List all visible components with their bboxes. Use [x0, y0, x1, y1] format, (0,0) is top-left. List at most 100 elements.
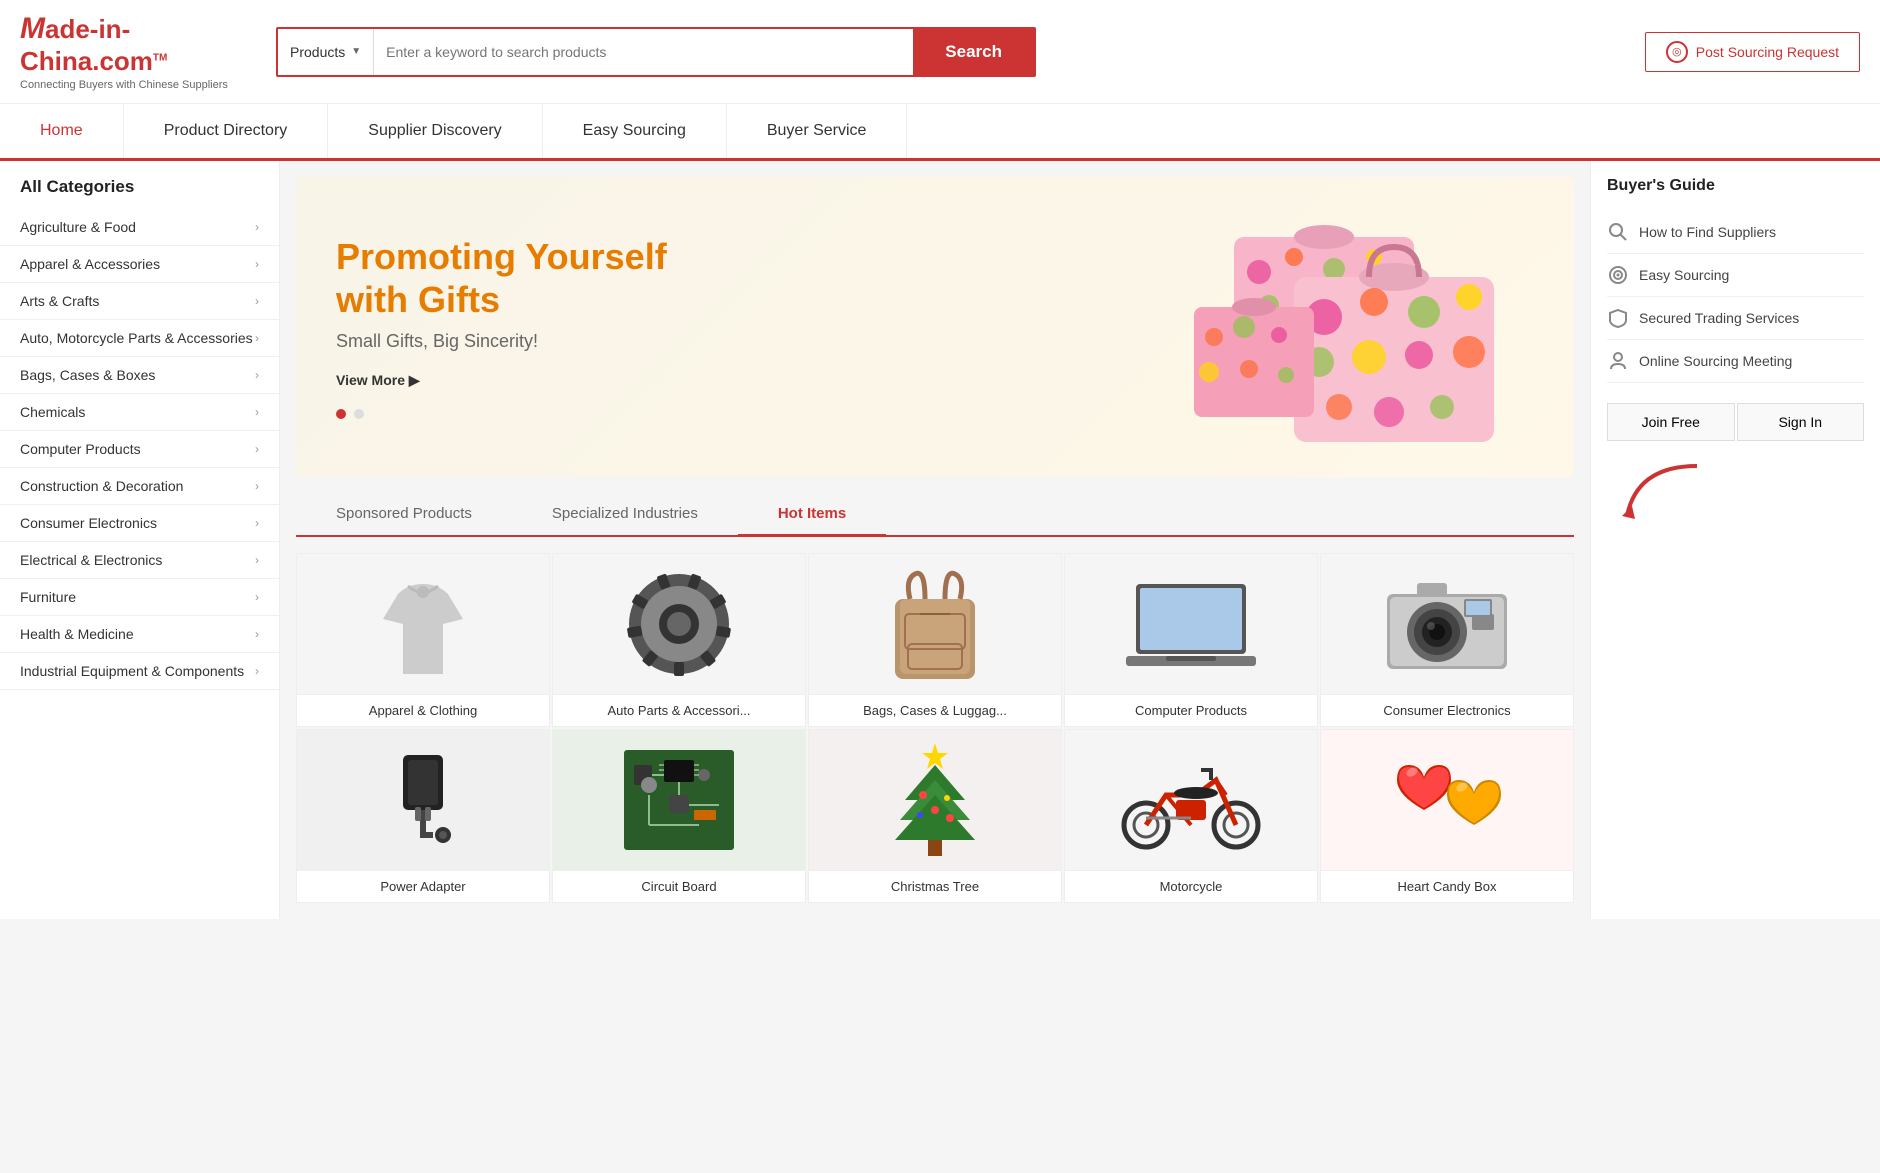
- search-area: Products ▼ Search: [276, 27, 1036, 77]
- sidebar-item-agriculture[interactable]: Agriculture & Food ›: [0, 209, 279, 246]
- sidebar-item-bags[interactable]: Bags, Cases & Boxes ›: [0, 357, 279, 394]
- chevron-right-icon: ›: [255, 479, 259, 493]
- sidebar-label: Furniture: [20, 589, 76, 605]
- main-content: All Categories Agriculture & Food › Appa…: [0, 161, 1880, 919]
- product-grid-row2: Power Adapter: [296, 729, 1574, 903]
- chevron-right-icon: ›: [255, 368, 259, 382]
- sidebar-item-chemicals[interactable]: Chemicals ›: [0, 394, 279, 431]
- join-free-button[interactable]: Join Free: [1607, 403, 1735, 441]
- buyers-guide-title: Buyer's Guide: [1607, 177, 1864, 195]
- product-label-motorcycle: Motorcycle: [1065, 870, 1317, 902]
- sidebar-label: Agriculture & Food: [20, 219, 136, 235]
- guide-label: Secured Trading Services: [1639, 310, 1799, 326]
- banner-view-more-link[interactable]: View More ▶: [336, 372, 696, 389]
- chevron-right-icon: ›: [255, 590, 259, 604]
- search-category-label: Products: [290, 44, 345, 60]
- adapter-icon: [373, 745, 473, 855]
- banner-dot-2[interactable]: [354, 409, 364, 419]
- tab-hot-items[interactable]: Hot Items: [738, 493, 886, 537]
- sidebar-item-apparel[interactable]: Apparel & Accessories ›: [0, 246, 279, 283]
- sidebar-label: Construction & Decoration: [20, 478, 183, 494]
- sidebar-label: Electrical & Electronics: [20, 552, 162, 568]
- gift-bags-illustration: [1174, 197, 1514, 457]
- search-input[interactable]: [374, 29, 913, 75]
- tab-specialized[interactable]: Specialized Industries: [512, 493, 738, 535]
- search-button[interactable]: Search: [913, 29, 1034, 75]
- product-img-motorcycle: [1065, 730, 1317, 870]
- chevron-down-icon: ▼: [351, 46, 361, 57]
- tab-sponsored[interactable]: Sponsored Products: [296, 493, 512, 535]
- sidebar-item-computer[interactable]: Computer Products ›: [0, 431, 279, 468]
- product-card-bags[interactable]: Bags, Cases & Luggag...: [808, 553, 1062, 727]
- banner-text: Promoting Yourself with Gifts Small Gift…: [336, 235, 696, 419]
- post-sourcing-label: Post Sourcing Request: [1696, 44, 1839, 60]
- hoodie-icon: [378, 564, 468, 684]
- sidebar-label: Apparel & Accessories: [20, 256, 160, 272]
- product-img-circuit: [553, 730, 805, 870]
- guide-item-find-suppliers[interactable]: How to Find Suppliers: [1607, 211, 1864, 254]
- camera-icon: [1382, 569, 1512, 679]
- product-card-apparel[interactable]: Apparel & Clothing: [296, 553, 550, 727]
- sidebar-item-construction[interactable]: Construction & Decoration ›: [0, 468, 279, 505]
- logo-subtitle: Connecting Buyers with Chinese Suppliers: [20, 79, 260, 91]
- logo[interactable]: Made-in-China.comTM Connecting Buyers wi…: [20, 12, 260, 91]
- product-card-christmas[interactable]: Christmas Tree: [808, 729, 1062, 903]
- sidebar-item-arts[interactable]: Arts & Crafts ›: [0, 283, 279, 320]
- hero-banner[interactable]: Promoting Yourself with Gifts Small Gift…: [296, 177, 1574, 477]
- header: Made-in-China.comTM Connecting Buyers wi…: [0, 0, 1880, 104]
- nav-buyer-service[interactable]: Buyer Service: [727, 104, 908, 158]
- guide-item-secured-trading[interactable]: Secured Trading Services: [1607, 297, 1864, 340]
- product-tabs: Sponsored Products Specialized Industrie…: [296, 493, 1574, 537]
- main-nav: Home Product Directory Supplier Discover…: [0, 104, 1880, 161]
- product-card-computer[interactable]: Computer Products: [1064, 553, 1318, 727]
- chevron-right-icon: ›: [255, 220, 259, 234]
- product-card-circuit[interactable]: Circuit Board: [552, 729, 806, 903]
- sidebar-item-health[interactable]: Health & Medicine ›: [0, 616, 279, 653]
- sidebar-item-auto[interactable]: Auto, Motorcycle Parts & Accessories ›: [0, 320, 279, 357]
- product-label-computer: Computer Products: [1065, 694, 1317, 726]
- sidebar-label: Consumer Electronics: [20, 515, 157, 531]
- product-card-candy[interactable]: Heart Candy Box: [1320, 729, 1574, 903]
- post-sourcing-button[interactable]: ◎ Post Sourcing Request: [1645, 32, 1860, 72]
- banner-dots: [336, 409, 696, 419]
- chevron-right-icon: ›: [255, 257, 259, 271]
- sidebar: All Categories Agriculture & Food › Appa…: [0, 161, 280, 919]
- product-img-apparel: [297, 554, 549, 694]
- shield-icon: [1607, 307, 1629, 329]
- search-category-dropdown[interactable]: Products ▼: [278, 29, 374, 75]
- product-card-motorcycle[interactable]: Motorcycle: [1064, 729, 1318, 903]
- circuit-board-icon: [619, 745, 739, 855]
- auth-buttons: Join Free Sign In: [1607, 403, 1864, 441]
- product-label-electronics: Consumer Electronics: [1321, 694, 1573, 726]
- guide-item-online-meeting[interactable]: Online Sourcing Meeting: [1607, 340, 1864, 383]
- nav-supplier-discovery[interactable]: Supplier Discovery: [328, 104, 542, 158]
- guide-item-easy-sourcing[interactable]: Easy Sourcing: [1607, 254, 1864, 297]
- sidebar-title: All Categories: [0, 177, 279, 209]
- chevron-right-icon: ›: [255, 294, 259, 308]
- product-label-apparel: Apparel & Clothing: [297, 694, 549, 726]
- product-label-christmas: Christmas Tree: [809, 870, 1061, 902]
- product-img-bags: [809, 554, 1061, 694]
- nav-home[interactable]: Home: [0, 104, 124, 158]
- sidebar-item-industrial[interactable]: Industrial Equipment & Components ›: [0, 653, 279, 690]
- product-label-bags: Bags, Cases & Luggag...: [809, 694, 1061, 726]
- sidebar-item-consumer-electronics[interactable]: Consumer Electronics ›: [0, 505, 279, 542]
- product-img-adapter: [297, 730, 549, 870]
- sign-in-button[interactable]: Sign In: [1737, 403, 1865, 441]
- product-card-electronics[interactable]: Consumer Electronics: [1320, 553, 1574, 727]
- backpack-icon: [880, 564, 990, 684]
- product-card-auto[interactable]: Auto Parts & Accessori...: [552, 553, 806, 727]
- target-icon: [1607, 264, 1629, 286]
- banner-image: [1174, 187, 1514, 467]
- sidebar-item-furniture[interactable]: Furniture ›: [0, 579, 279, 616]
- product-img-auto: [553, 554, 805, 694]
- product-card-adapter[interactable]: Power Adapter: [296, 729, 550, 903]
- banner-dot-1[interactable]: [336, 409, 346, 419]
- sidebar-label: Computer Products: [20, 441, 141, 457]
- sidebar-item-electrical[interactable]: Electrical & Electronics ›: [0, 542, 279, 579]
- chevron-right-icon: ›: [255, 627, 259, 641]
- nav-product-directory[interactable]: Product Directory: [124, 104, 329, 158]
- sourcing-icon: ◎: [1666, 41, 1688, 63]
- tire-icon: [619, 564, 739, 684]
- nav-easy-sourcing[interactable]: Easy Sourcing: [543, 104, 727, 158]
